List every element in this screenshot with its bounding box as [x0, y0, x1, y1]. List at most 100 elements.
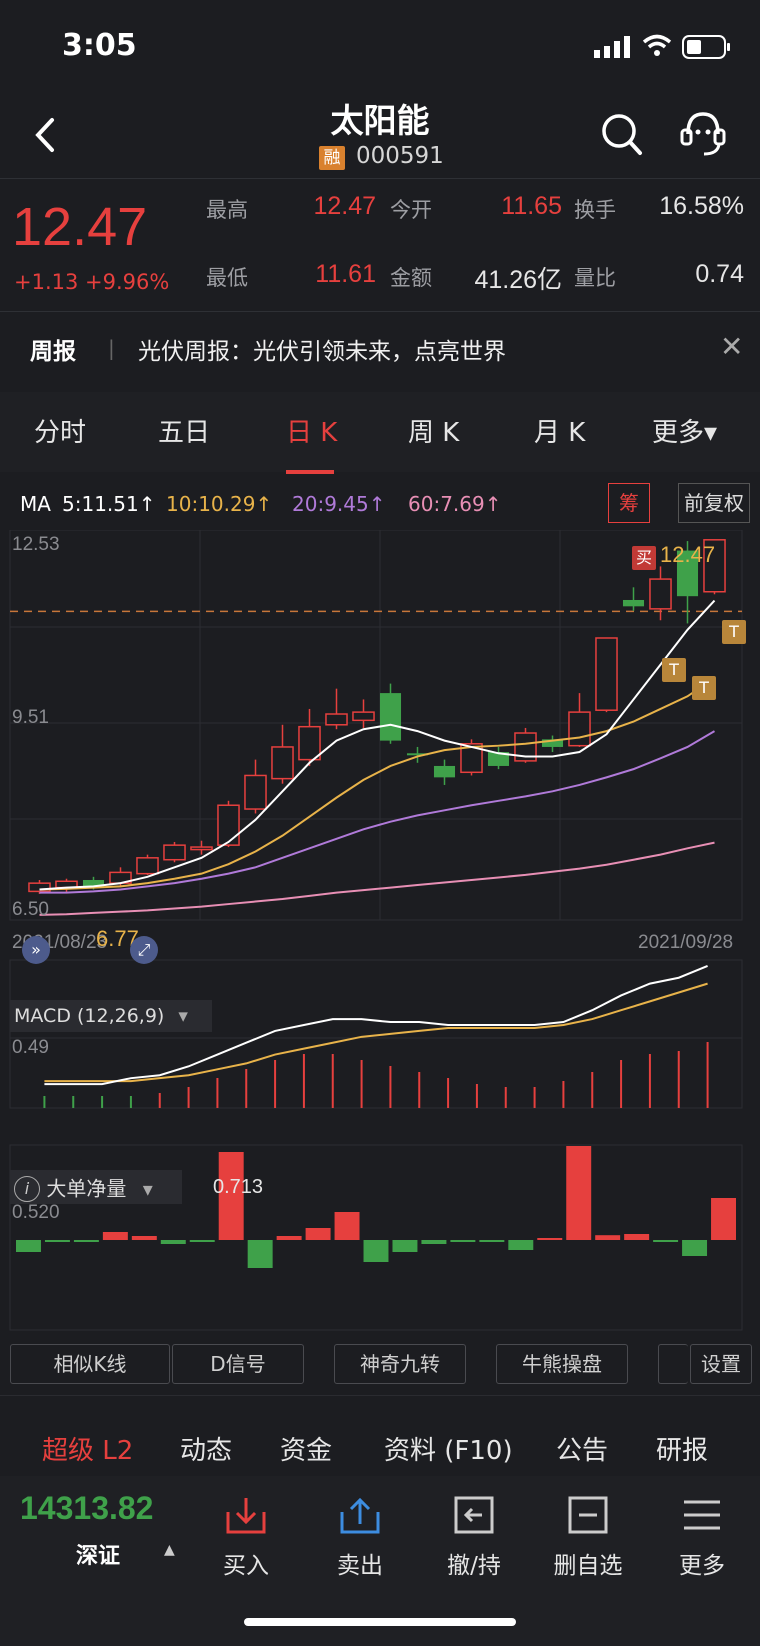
tab-weekly-k[interactable]: 周 K: [408, 412, 459, 449]
news-separator: |: [108, 336, 115, 360]
open-value: 11.65: [501, 192, 562, 220]
remove-watchlist-button[interactable]: 删自选: [538, 1494, 638, 1580]
turnover-value: 16.58%: [659, 192, 744, 220]
high-label: 最高: [206, 198, 248, 222]
candle-body: [325, 713, 348, 726]
info-icon[interactable]: i: [14, 1175, 40, 1202]
news-tag: 周报: [30, 339, 76, 365]
big-order-bar: [276, 1236, 302, 1240]
big-order-y-label: 0.520: [12, 1202, 60, 1223]
high-value: 12.47: [313, 192, 376, 220]
cancel-hold-button[interactable]: 撤/持: [424, 1494, 524, 1580]
expand-icon[interactable]: ⤢: [130, 936, 158, 964]
bull-bear-button[interactable]: 牛熊操盘: [496, 1344, 628, 1384]
big-order-bar: [334, 1212, 360, 1240]
big-order-bar: [624, 1234, 650, 1240]
tab-five-day[interactable]: 五日: [158, 412, 210, 449]
tab-research[interactable]: 研报: [656, 1430, 708, 1467]
open-label: 今开: [390, 198, 432, 222]
scroll-left-icon[interactable]: »: [22, 936, 50, 964]
last-price-marker: 12.47: [660, 542, 716, 567]
turnover-label: 换手: [574, 198, 616, 222]
t-marker[interactable]: T: [722, 620, 746, 644]
big-order-bar: [450, 1240, 476, 1242]
big-order-bar: [508, 1240, 534, 1250]
sell-button[interactable]: 卖出: [310, 1494, 410, 1580]
status-bar: 3:05: [0, 0, 760, 90]
candle-body: [379, 693, 402, 741]
back-button[interactable]: [24, 110, 74, 160]
volume-ratio-value: 0.74: [695, 260, 744, 288]
similar-kline-button[interactable]: 相似K线: [10, 1344, 170, 1384]
candle-body: [298, 725, 321, 761]
macd-frame: [9, 959, 743, 1109]
tab-monthly-k[interactable]: 月 K: [534, 412, 585, 449]
t-marker[interactable]: T: [692, 676, 716, 700]
search-icon[interactable]: [600, 110, 644, 158]
bottom-tabs-divider: [0, 1395, 760, 1396]
buy-button[interactable]: 买入: [196, 1494, 296, 1580]
caret-up-icon[interactable]: ▲: [164, 1542, 175, 1558]
news-headline[interactable]: 光伏周报：光伏引领未来，点亮世界: [138, 332, 506, 366]
buy-marker[interactable]: 买: [632, 546, 656, 570]
chevron-left-icon: [35, 118, 54, 152]
chip-distribution-button[interactable]: 筹: [608, 483, 650, 523]
big-order-bar: [537, 1238, 563, 1240]
tool-overflow[interactable]: [658, 1344, 688, 1384]
news-divider-top: [0, 311, 760, 312]
ma5-value: 5:11.51↑: [62, 492, 156, 516]
big-order-indicator-selector[interactable]: i 大单净量 ▾: [10, 1170, 182, 1204]
close-icon[interactable]: ✕: [720, 330, 743, 363]
ma20-value: 20:9.45↑: [292, 492, 386, 516]
customer-service-icon[interactable]: [678, 108, 728, 160]
chevron-down-icon: ▾: [178, 1005, 188, 1027]
big-order-bar: [421, 1240, 447, 1244]
tab-daily-k[interactable]: 日 K: [286, 412, 337, 449]
settings-button[interactable]: 设置: [690, 1344, 752, 1384]
big-order-bar: [44, 1240, 70, 1242]
index-value[interactable]: 14313.82: [20, 1490, 153, 1527]
tab-announcements[interactable]: 公告: [556, 1430, 608, 1467]
cancel-hold-label: 撤/持: [447, 1553, 501, 1579]
big-order-bar: [189, 1240, 215, 1242]
low-label: 最低: [206, 266, 248, 290]
big-order-bar: [479, 1240, 505, 1242]
tab-funds[interactable]: 资金: [280, 1430, 332, 1467]
buy-icon: [226, 1498, 266, 1534]
candle-body: [190, 846, 213, 851]
ma-label: MA: [20, 492, 51, 516]
candle-body: [595, 637, 618, 711]
t-marker[interactable]: T: [662, 658, 686, 682]
low-value: 11.61: [315, 260, 376, 288]
candle-body: [136, 857, 159, 875]
magic-nine-button[interactable]: 神奇九转: [334, 1344, 466, 1384]
tab-super-l2[interactable]: 超级 L2: [42, 1430, 133, 1467]
candle-body: [649, 578, 672, 610]
chevron-down-icon: ▾: [142, 1176, 153, 1201]
sell-icon: [340, 1497, 380, 1534]
tab-profile[interactable]: 资料 (F10): [384, 1430, 513, 1467]
more-button[interactable]: 更多: [652, 1494, 752, 1580]
macd-indicator-selector[interactable]: MACD (12,26,9) ▾: [10, 1000, 212, 1032]
big-order-bar: [711, 1198, 736, 1240]
ma10-value: 10:10.29↑: [166, 492, 273, 516]
price-change: +1.13 +9.96%: [14, 270, 170, 294]
wifi-icon: [642, 34, 672, 56]
d-signal-button[interactable]: D信号: [172, 1344, 304, 1384]
big-order-bar: [16, 1240, 41, 1252]
candle-body: [244, 774, 267, 810]
y-axis-high: 12.53: [12, 534, 60, 555]
remove-watchlist-label: 删自选: [553, 1553, 623, 1579]
y-axis-mid: 9.51: [12, 707, 49, 728]
tab-more[interactable]: 更多▾: [652, 412, 717, 449]
macd-y-label: 0.49: [12, 1037, 49, 1058]
forward-adjust-button[interactable]: 前复权: [678, 483, 750, 523]
stock-code: 000591: [356, 143, 444, 169]
chart-frame: [9, 530, 743, 921]
macd-label: MACD (12,26,9): [14, 1005, 165, 1027]
index-name[interactable]: 深证: [76, 1538, 120, 1570]
tab-news[interactable]: 动态: [180, 1430, 232, 1467]
tab-intraday[interactable]: 分时: [34, 412, 86, 449]
big-order-value: 0.713: [213, 1176, 264, 1198]
big-order-bar: [653, 1240, 679, 1242]
